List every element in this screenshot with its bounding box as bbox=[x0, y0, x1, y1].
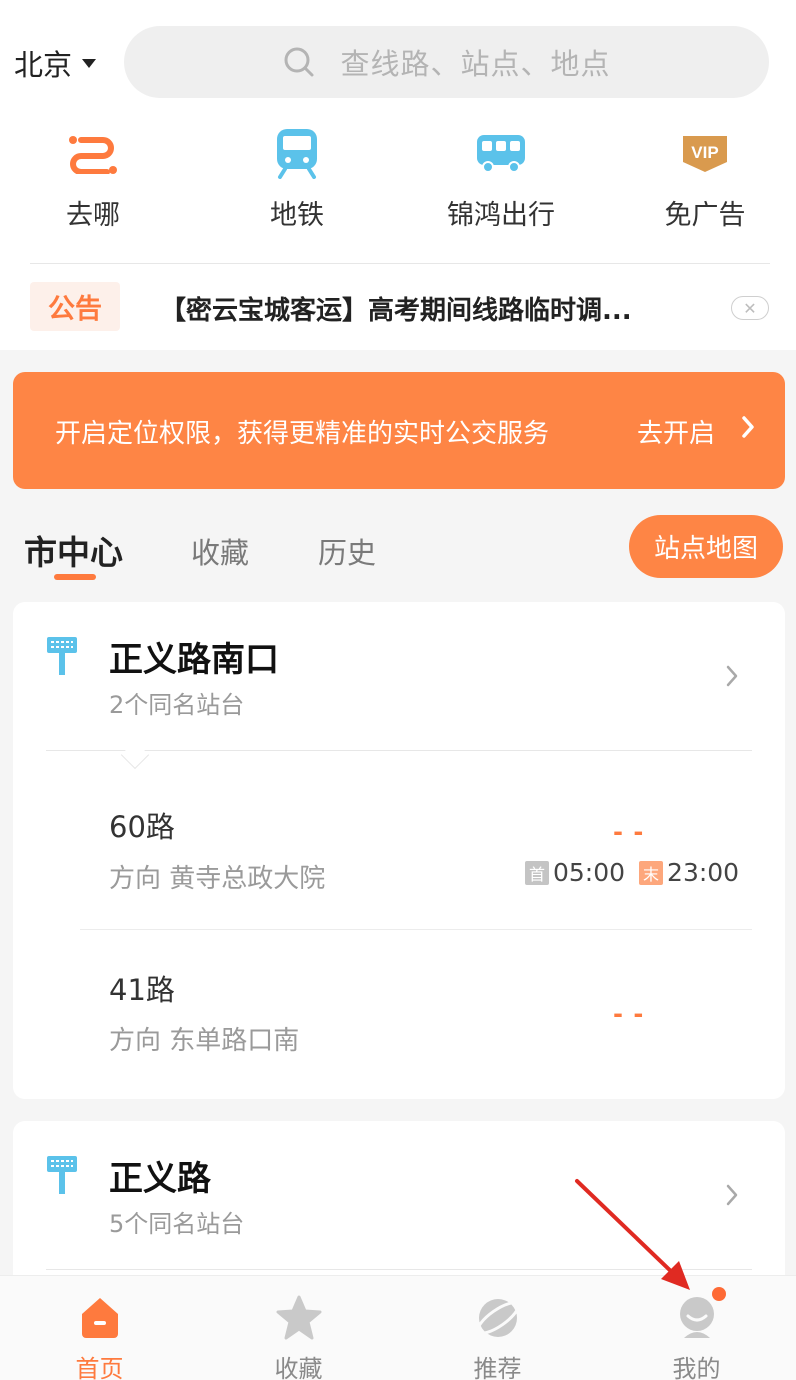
last-bus-time: 23:00 bbox=[667, 858, 740, 887]
divider bbox=[46, 750, 752, 751]
route-name[interactable]: 41路 bbox=[109, 967, 175, 1009]
first-bus-tag: 首 bbox=[525, 860, 549, 885]
route-icon bbox=[69, 136, 117, 174]
route-realtime: - - bbox=[613, 818, 645, 846]
route-direction: 方向 黄寺总政大院 bbox=[109, 864, 326, 894]
nav-label: 首页 bbox=[75, 1355, 124, 1380]
active-tab-indicator bbox=[54, 574, 96, 580]
bus-icon bbox=[477, 135, 525, 173]
quick-action-subway[interactable]: 地铁 bbox=[207, 125, 387, 232]
quick-action-where[interactable]: 去哪 bbox=[3, 125, 183, 232]
quick-action-label: 锦鸿出行 bbox=[447, 200, 555, 231]
quick-action-no-ads[interactable]: VIP 免广告 bbox=[615, 125, 795, 232]
notice-text[interactable]: 【密云宝城客运】高考期间线路临时调... bbox=[160, 290, 632, 327]
tab-favorites[interactable]: 收藏 bbox=[191, 530, 249, 572]
quick-action-jinhong[interactable]: 锦鸿出行 bbox=[411, 125, 591, 232]
top-section: 北京 查线路、站点、地点 去哪 地铁 锦鸿出行 VIP 免广告 公告 【密云宝城… bbox=[0, 0, 796, 350]
search-placeholder: 查线路、站点、地点 bbox=[340, 47, 611, 81]
vip-icon: VIP bbox=[683, 136, 727, 172]
city-selector[interactable]: 北京 bbox=[14, 42, 97, 84]
planet-icon bbox=[475, 1299, 520, 1337]
route-realtime: - - bbox=[613, 1000, 645, 1028]
divider bbox=[80, 929, 752, 930]
city-label: 北京 bbox=[14, 48, 73, 82]
nav-label: 推荐 bbox=[473, 1355, 522, 1380]
nav-label: 收藏 bbox=[274, 1355, 323, 1380]
route-direction: 方向 东单路口南 bbox=[109, 1026, 300, 1056]
divider bbox=[30, 263, 770, 264]
last-bus-tag: 末 bbox=[639, 860, 664, 885]
home-icon bbox=[81, 1298, 118, 1338]
chevron-right-icon[interactable] bbox=[725, 664, 739, 688]
search-bar[interactable]: 查线路、站点、地点 bbox=[124, 26, 769, 98]
banner-message: 开启定位权限，获得更精准的实时公交服务 bbox=[55, 419, 550, 449]
subway-icon bbox=[277, 129, 317, 179]
quick-action-label: 去哪 bbox=[66, 200, 120, 231]
chevron-right-icon[interactable] bbox=[725, 1183, 739, 1207]
route-name[interactable]: 60路 bbox=[109, 804, 175, 846]
notice-tag: 公告 bbox=[30, 282, 120, 331]
nav-favorites[interactable]: 收藏 bbox=[199, 1276, 398, 1380]
star-icon bbox=[276, 1295, 321, 1340]
station-name[interactable]: 正义路南口 bbox=[109, 632, 279, 681]
divider-notch bbox=[120, 740, 150, 770]
close-icon: ✕ bbox=[743, 298, 757, 318]
search-icon bbox=[284, 47, 314, 77]
nav-recommend[interactable]: 推荐 bbox=[398, 1276, 597, 1380]
route-service-hours: 首 05:00 末 23:00 bbox=[525, 858, 739, 887]
svg-text:VIP: VIP bbox=[691, 143, 718, 162]
divider bbox=[46, 1269, 752, 1270]
enable-location-button[interactable]: 去开启 bbox=[637, 413, 715, 450]
caret-down-icon bbox=[82, 58, 97, 68]
tab-history[interactable]: 历史 bbox=[318, 530, 376, 572]
chevron-right-icon bbox=[742, 416, 754, 438]
station-platform-count: 5个同名站台 bbox=[109, 1210, 245, 1238]
quick-action-label: 地铁 bbox=[270, 200, 324, 231]
station-platform-count: 2个同名站台 bbox=[109, 691, 245, 719]
profile-icon bbox=[679, 1297, 714, 1338]
nav-profile[interactable]: 我的 bbox=[597, 1276, 796, 1380]
tab-city-center[interactable]: 市中心 bbox=[24, 526, 123, 574]
bottom-navigation: 首页 收藏 推荐 我的 bbox=[0, 1275, 796, 1380]
station-card: 正义路南口 2个同名站台 60路 方向 黄寺总政大院 - - 首 05:00 末… bbox=[13, 602, 785, 1099]
nav-home[interactable]: 首页 bbox=[0, 1276, 199, 1380]
location-permission-banner[interactable]: 开启定位权限，获得更精准的实时公交服务 去开启 bbox=[13, 372, 785, 489]
notification-dot bbox=[712, 1287, 726, 1301]
quick-action-label: 免广告 bbox=[664, 200, 746, 231]
notice-close-button[interactable]: ✕ bbox=[731, 296, 769, 320]
station-map-button[interactable]: 站点地图 bbox=[629, 515, 783, 578]
bus-stop-icon bbox=[47, 1156, 77, 1194]
bus-stop-icon bbox=[47, 637, 77, 675]
first-bus-time: 05:00 bbox=[553, 858, 626, 887]
nav-label: 我的 bbox=[672, 1355, 721, 1380]
station-name[interactable]: 正义路 bbox=[109, 1151, 211, 1200]
